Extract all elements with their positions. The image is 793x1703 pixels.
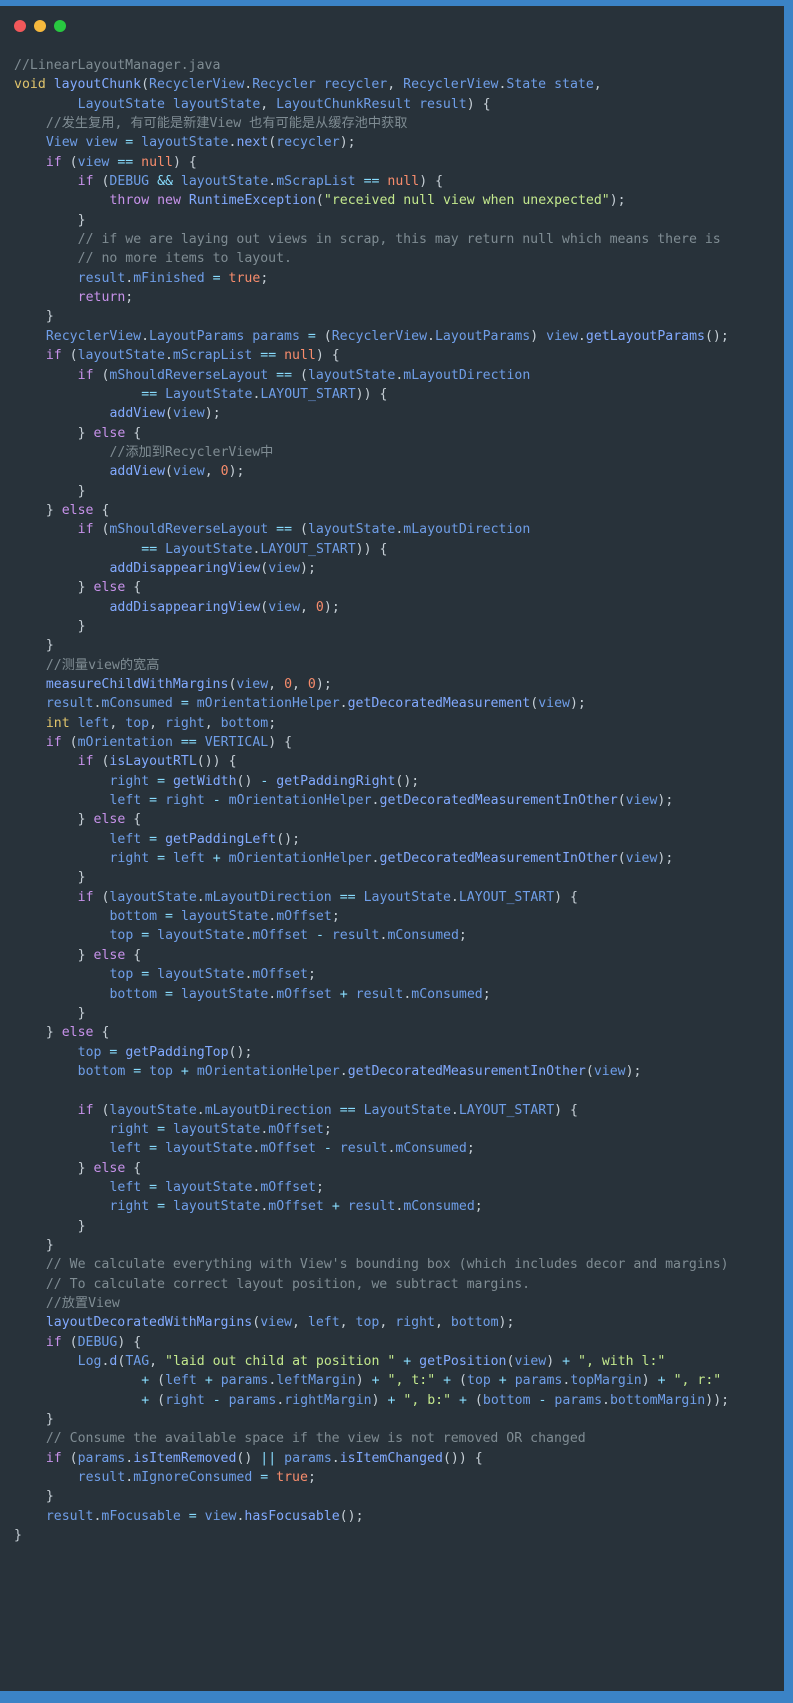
code-line: right = left + mOrientationHelper.getDec… xyxy=(109,851,674,867)
code-line: left = right - mOrientationHelper.getDec… xyxy=(109,793,674,809)
code-line: //LinearLayoutManager.java xyxy=(14,58,221,73)
code-line: } else { xyxy=(77,812,142,828)
code-line: result.mFinished = true; xyxy=(77,270,269,286)
code-line: right = getWidth() - getPaddingRight(); xyxy=(109,773,420,789)
code-line: } xyxy=(77,870,86,886)
code-line: } else { xyxy=(45,1025,110,1041)
code-line: addDisappearingView(view); xyxy=(109,560,316,576)
code-line: if (params.isItemRemoved() || params.isI… xyxy=(45,1450,483,1466)
code-block[interactable]: //LinearLayoutManager.java void layoutChu… xyxy=(0,46,784,1545)
code-line: // no more items to layout. xyxy=(77,251,292,267)
window-titlebar xyxy=(0,6,784,46)
code-line: left = layoutState.mOffset; xyxy=(109,1179,324,1195)
code-line: // We calculate everything with View's b… xyxy=(45,1257,729,1273)
code-line: if (view == null) { xyxy=(45,154,197,170)
code-line: } else { xyxy=(45,502,110,518)
code-line: //测量view的宽高 xyxy=(45,657,160,673)
code-line: RecyclerView.LayoutParams params = (Recy… xyxy=(45,328,729,344)
code-line: } xyxy=(45,1489,54,1505)
page-background: //LinearLayoutManager.java void layoutChu… xyxy=(0,0,793,1703)
code-line: right = layoutState.mOffset + result.mCo… xyxy=(109,1199,483,1215)
code-line: } xyxy=(45,1237,54,1253)
code-line: // if we are laying out views in scrap, … xyxy=(77,232,721,248)
code-line: } xyxy=(77,483,86,499)
code-line: == LayoutState.LAYOUT_START)) { xyxy=(141,386,388,402)
code-line: + (left + params.leftMargin) + ", t:" + … xyxy=(141,1373,722,1389)
code-line: if (layoutState.mLayoutDirection == Layo… xyxy=(77,1102,578,1118)
code-line: } else { xyxy=(77,1160,142,1176)
code-line: if (mShouldReverseLayout == (layoutState… xyxy=(77,522,531,538)
code-line: //添加到RecyclerView中 xyxy=(109,444,274,460)
code-line: top = layoutState.mOffset; xyxy=(109,967,316,983)
code-line: if (mOrientation == VERTICAL) { xyxy=(45,735,293,751)
code-line: throw new RuntimeException("received nul… xyxy=(109,193,626,209)
code-line: Log.d(TAG, "laid out child at position "… xyxy=(77,1354,666,1370)
code-line: == LayoutState.LAYOUT_START)) { xyxy=(141,541,388,557)
code-line: // Consume the available space if the vi… xyxy=(45,1431,586,1447)
code-line: bottom = layoutState.mOffset + result.mC… xyxy=(109,986,491,1002)
code-line: bottom = top + mOrientationHelper.getDec… xyxy=(77,1063,642,1079)
code-line: return; xyxy=(77,290,134,306)
code-line: } else { xyxy=(77,425,142,441)
code-line: if (layoutState.mLayoutDirection == Layo… xyxy=(77,889,578,905)
minimize-button-icon[interactable] xyxy=(34,20,46,32)
code-line: top = getPaddingTop(); xyxy=(77,1044,253,1060)
code-line: result.mFocusable = view.hasFocusable(); xyxy=(45,1508,364,1524)
code-line: LayoutState layoutState, LayoutChunkResu… xyxy=(77,96,491,112)
code-line: } xyxy=(14,1528,22,1544)
code-line: } xyxy=(45,638,54,654)
code-line: result.mConsumed = mOrientationHelper.ge… xyxy=(45,696,586,712)
code-line: } xyxy=(77,1218,86,1234)
code-line: View view = layoutState.next(recycler); xyxy=(45,135,356,151)
code-line: void layoutChunk(RecyclerView.Recycler r… xyxy=(14,77,602,93)
code-line: //放置View xyxy=(45,1296,120,1311)
code-line: } xyxy=(45,309,54,325)
code-line: measureChildWithMargins(view, 0, 0); xyxy=(45,677,332,692)
code-line: if (isLayoutRTL()) { xyxy=(77,754,237,770)
code-line: } xyxy=(77,212,86,228)
code-line: //发生复用, 有可能是新建View 也有可能是从缓存池中获取 xyxy=(45,116,408,132)
code-line: bottom = layoutState.mOffset; xyxy=(109,909,340,925)
code-line: result.mIgnoreConsumed = true; xyxy=(77,1470,316,1486)
code-line: } xyxy=(77,618,86,634)
code-line: left = layoutState.mOffset - result.mCon… xyxy=(109,1141,475,1157)
code-line: top = layoutState.mOffset - result.mCons… xyxy=(109,928,467,944)
code-line: // To calculate correct layout position,… xyxy=(45,1276,531,1292)
code-line: if (layoutState.mScrapList == null) { xyxy=(45,348,340,364)
code-line: addDisappearingView(view, 0); xyxy=(109,599,340,615)
code-line: addView(view, 0); xyxy=(109,464,245,480)
code-line: if (mShouldReverseLayout == (layoutState… xyxy=(77,367,531,383)
code-line: } xyxy=(45,1412,54,1428)
code-line: } xyxy=(77,1005,86,1021)
code-line: } else { xyxy=(77,947,142,963)
code-line: addView(view); xyxy=(109,406,221,422)
code-snippet-window: //LinearLayoutManager.java void layoutChu… xyxy=(0,6,784,1691)
code-line: if (DEBUG) { xyxy=(45,1334,142,1350)
close-button-icon[interactable] xyxy=(14,20,26,32)
code-line: } else { xyxy=(77,580,142,596)
code-line: layoutDecoratedWithMargins(view, left, t… xyxy=(45,1315,515,1331)
code-line: right = layoutState.mOffset; xyxy=(109,1121,332,1137)
code-line: left = getPaddingLeft(); xyxy=(109,831,301,847)
code-line: if (DEBUG && layoutState.mScrapList == n… xyxy=(77,174,444,190)
maximize-button-icon[interactable] xyxy=(54,20,66,32)
code-line: int left, top, right, bottom; xyxy=(45,715,277,731)
code-line: + (right - params.rightMargin) + ", b:" … xyxy=(141,1392,730,1408)
